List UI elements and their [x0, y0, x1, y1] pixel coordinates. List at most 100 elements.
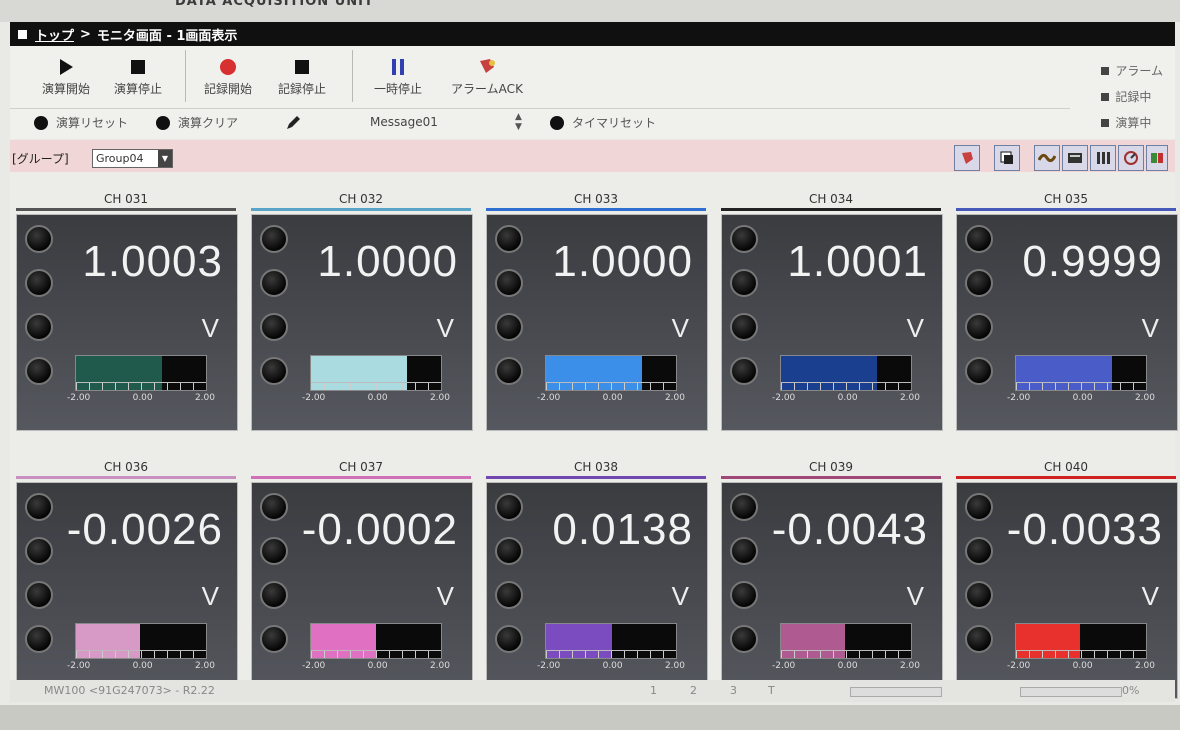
scale-min-label: -2.00: [1007, 661, 1031, 671]
scale-mid-label: 0.00: [1072, 393, 1093, 403]
timer-dot-icon: [550, 115, 564, 130]
channel-bar-graph: [545, 623, 677, 659]
toolbar: 演算開始 演算停止 記録開始 記録停止 一時停止 アラームACK 演算リセット …: [10, 46, 1175, 139]
calc-reset-button[interactable]: 演算リセット: [34, 114, 128, 131]
alarm-led-icon: [965, 581, 993, 609]
toolbar-divider: [185, 50, 186, 102]
calc-clear-label: 演算クリア: [178, 116, 239, 130]
bar-ticks: [546, 382, 676, 390]
record-start-button[interactable]: 記録開始: [198, 54, 258, 97]
pause-button[interactable]: 一時停止: [368, 54, 428, 97]
calc-stop-label: 演算停止: [113, 82, 162, 96]
scale-mid-label: 0.00: [367, 661, 388, 671]
channel-value: -0.0026: [66, 505, 223, 554]
bar-ticks: [311, 650, 441, 658]
calc-start-button[interactable]: 演算開始: [36, 54, 96, 97]
alarm-led-icon: [260, 493, 288, 521]
message-select[interactable]: Message01: [360, 112, 540, 132]
alarm-led-icon: [25, 625, 53, 653]
calc-stop-button[interactable]: 演算停止: [108, 54, 168, 97]
bar-ticks: [546, 650, 676, 658]
page-2-indicator[interactable]: 2: [690, 684, 697, 697]
channel-panel[interactable]: 1.0003 V -2.00 0.00 2.00: [16, 214, 238, 431]
timer-reset-button[interactable]: タイマリセット: [550, 114, 656, 131]
bar-scale: -2.00 0.00 2.00: [537, 661, 685, 671]
window-top-strip: DATA ACQUISITION UNIT: [0, 0, 1180, 22]
channel-value: 1.0003: [82, 237, 223, 286]
scale-max-label: 2.00: [1134, 393, 1155, 403]
bar-ticks: [781, 382, 911, 390]
bar-scale: -2.00 0.00 2.00: [772, 393, 920, 403]
page-3-indicator[interactable]: 3: [730, 684, 737, 697]
status-indicators: アラーム 記録中 演算中: [1101, 62, 1163, 140]
alarm-leds: [965, 225, 993, 401]
channel-value: 1.0000: [552, 237, 693, 286]
bar-view-button[interactable]: [1090, 145, 1116, 171]
pencil-icon[interactable]: [284, 114, 302, 132]
trend-view-button[interactable]: [1034, 145, 1060, 171]
record-stop-label: 記録停止: [277, 82, 326, 96]
group-label: [グループ]: [12, 152, 69, 166]
alarm-led-icon: [965, 313, 993, 341]
scale-max-label: 2.00: [899, 661, 920, 671]
title-square-icon: [18, 29, 27, 39]
play-icon: [58, 54, 74, 80]
recording-indicator-label: 記録中: [1115, 90, 1152, 104]
channel-panel[interactable]: -0.0033 V -2.00 0.00 2.00: [956, 482, 1178, 699]
channel-bar-graph: [75, 623, 207, 659]
scale-max-label: 2.00: [429, 661, 450, 671]
bar-ticks: [1016, 382, 1146, 390]
scale-max-label: 2.00: [1134, 661, 1155, 671]
scale-min-label: -2.00: [302, 661, 326, 671]
channel-unit: V: [671, 581, 689, 611]
alarm-ack-button[interactable]: アラームACK: [442, 54, 532, 97]
alarm-led-icon: [495, 357, 523, 385]
channel-value: 0.0138: [552, 505, 693, 554]
bar-view-icon: [1097, 152, 1110, 164]
channel-panel[interactable]: 1.0000 V -2.00 0.00 2.00: [251, 214, 473, 431]
channel-bar-graph: [780, 355, 912, 391]
group-select[interactable]: Group04 ▼: [92, 149, 173, 168]
channel-panel[interactable]: 1.0001 V -2.00 0.00 2.00: [721, 214, 943, 431]
meter-view-button[interactable]: [1118, 145, 1144, 171]
record-stop-button[interactable]: 記録停止: [272, 54, 332, 97]
scale-max-label: 2.00: [429, 393, 450, 403]
alarm-leds: [25, 493, 53, 669]
bar-scale: -2.00 0.00 2.00: [772, 661, 920, 671]
alarm-led-icon: [965, 625, 993, 653]
channel-panel[interactable]: -0.0002 V -2.00 0.00 2.00: [251, 482, 473, 699]
channel-color-line: [486, 208, 706, 211]
alarm-view-button[interactable]: [954, 145, 980, 171]
pause-label: 一時停止: [373, 82, 422, 96]
status-bar: MW100 <91G247073> - R2.22 1 2 3 T 0%: [10, 680, 1175, 702]
clear-dot-icon: [156, 115, 170, 130]
page-1-indicator[interactable]: 1: [650, 684, 657, 697]
calculating-indicator-label: 演算中: [1115, 116, 1152, 130]
channel-panel[interactable]: -0.0043 V -2.00 0.00 2.00: [721, 482, 943, 699]
digital-view-button[interactable]: [1062, 145, 1088, 171]
channel-panel[interactable]: -0.0026 V -2.00 0.00 2.00: [16, 482, 238, 699]
alarm-view-icon: [962, 152, 973, 164]
alarm-led-icon: [730, 493, 758, 521]
page-t-indicator[interactable]: T: [768, 684, 775, 697]
channel-panel[interactable]: 0.9999 V -2.00 0.00 2.00: [956, 214, 1178, 431]
channel-value: 1.0001: [787, 237, 928, 286]
channel-label: CH 036: [103, 460, 149, 474]
alarm-led-icon: [495, 269, 523, 297]
alarm-led-icon: [260, 225, 288, 253]
reset-dot-icon: [34, 115, 48, 130]
channel-color-line: [486, 476, 706, 479]
window-view-button[interactable]: [994, 145, 1020, 171]
alarm-led-icon: [730, 225, 758, 253]
message-spinner[interactable]: ▲ ▼: [515, 112, 527, 132]
channel-panel[interactable]: 1.0000 V -2.00 0.00 2.00: [486, 214, 708, 431]
bar-ticks: [1016, 650, 1146, 658]
alarm-leds: [730, 493, 758, 669]
overview-view-button[interactable]: [1146, 145, 1168, 171]
breadcrumb-top-link[interactable]: トップ: [35, 25, 74, 44]
bar-ticks: [781, 650, 911, 658]
calc-clear-button[interactable]: 演算クリア: [156, 114, 238, 131]
channel-panel[interactable]: 0.0138 V -2.00 0.00 2.00: [486, 482, 708, 699]
channel-unit: V: [201, 313, 219, 343]
alarm-led-icon: [730, 357, 758, 385]
